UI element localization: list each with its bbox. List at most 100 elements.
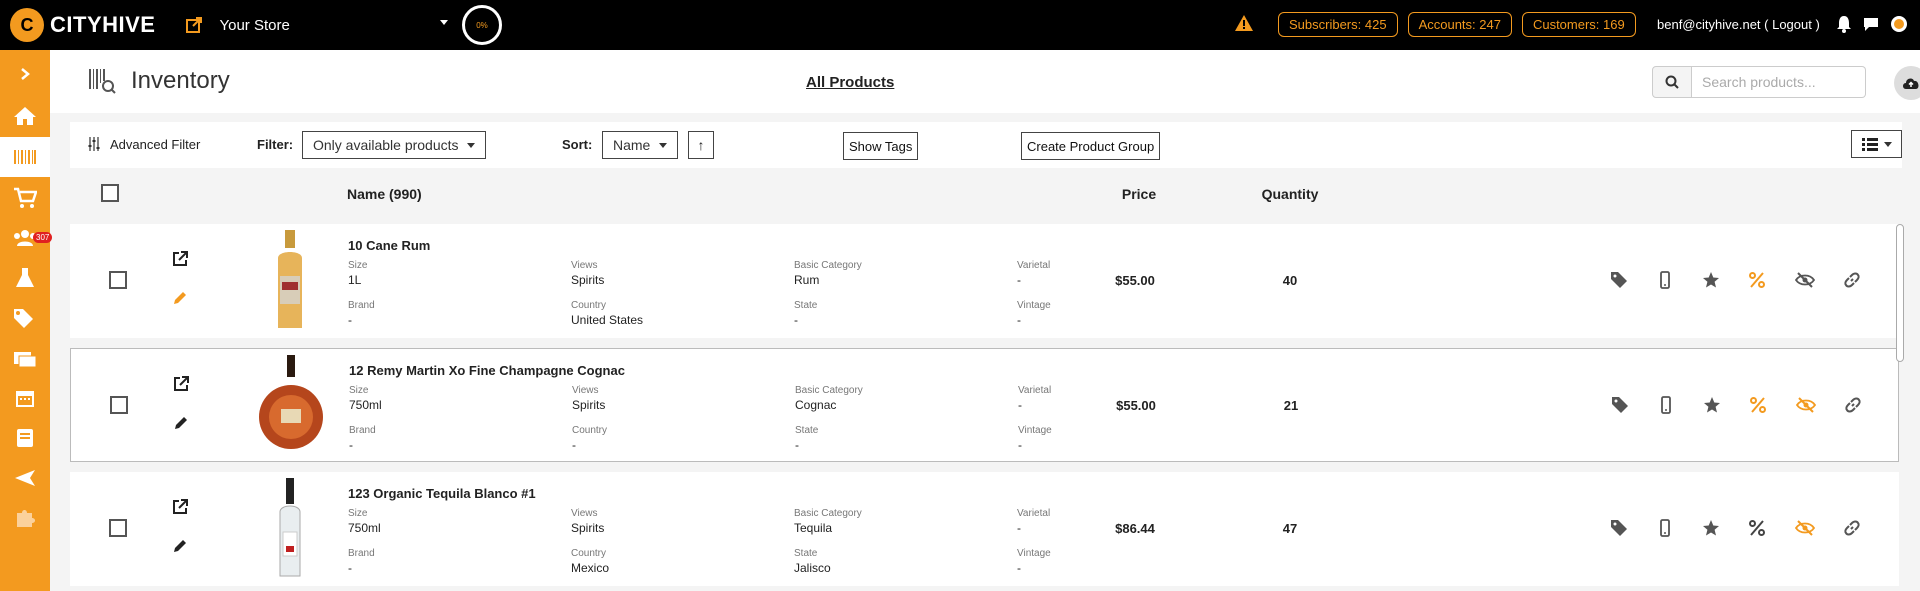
field-value-basic-category: Rum [794,273,820,287]
show-tags-button[interactable]: Show Tags [843,132,919,160]
field-value-brand: - [348,561,352,575]
product-name[interactable]: 10 Cane Rum [348,238,430,253]
percent-discount-icon[interactable] [1748,271,1766,289]
scrollbar-thumb[interactable] [1896,224,1904,362]
create-product-group-button[interactable]: Create Product Group [1021,132,1161,160]
product-quantity[interactable]: 40 [1260,273,1320,288]
product-price[interactable]: $55.00 [1091,398,1181,413]
sidebar-item-orders[interactable] [0,178,50,218]
row-checkbox[interactable] [110,396,128,414]
pencil-edit-icon[interactable] [173,415,189,431]
star-icon[interactable] [1703,396,1721,414]
sort-select[interactable]: Name [602,131,678,159]
field-value-vintage: - [1018,438,1022,452]
sidebar-item-lab[interactable] [0,258,50,298]
mobile-icon[interactable] [1656,519,1674,537]
field-label: State [794,548,818,559]
sidebar-item-integrations[interactable] [0,498,50,538]
store-selector[interactable]: Your Store [219,17,289,34]
tag-icon[interactable] [1610,271,1628,289]
select-all-checkbox[interactable] [101,184,119,202]
product-name[interactable]: 123 Organic Tequila Blanco #1 [348,486,536,501]
eye-slash-icon[interactable] [1796,396,1816,414]
top-bar: C CITYHIVE Your Store 0% Subscribers: 42… [0,0,1920,50]
product-price[interactable]: $55.00 [1090,273,1180,288]
product-quantity[interactable]: 47 [1260,521,1320,536]
column-quantity[interactable]: Quantity [1250,186,1330,202]
product-image[interactable] [250,228,330,332]
field-label: Views [571,508,598,519]
sidebar-item-calendar[interactable] [0,378,50,418]
chat-icon[interactable] [1862,15,1880,33]
link-icon[interactable] [1843,519,1861,537]
table-row[interactable]: 12 Remy Martin Xo Fine Champagne Cognac S… [70,348,1899,462]
external-link-icon[interactable] [172,251,188,267]
field-value-vintage: - [1017,313,1021,327]
customers-pill[interactable]: Customers: 169 [1521,12,1636,37]
sidebar-expand[interactable] [0,54,50,94]
view-mode-button[interactable] [1851,130,1902,158]
tag-icon[interactable] [1611,396,1629,414]
field-label: State [795,425,819,436]
percent-discount-icon[interactable] [1748,519,1766,537]
accounts-pill[interactable]: Accounts: 247 [1407,12,1512,37]
field-label: Country [571,300,607,311]
sidebar-item-docs[interactable] [0,418,50,458]
cityhive-status-icon[interactable] [1890,15,1908,33]
field-value-state: - [794,313,798,327]
sidebar-item-inventory[interactable] [0,137,50,177]
tag-icon[interactable] [1610,519,1628,537]
flask-icon [16,268,34,287]
row-checkbox[interactable] [109,271,127,289]
field-label: Views [572,385,599,396]
filter-select[interactable]: Only available products [302,131,486,159]
puzzle-icon [17,510,35,527]
warning-icon[interactable] [1234,14,1254,32]
search-button[interactable] [1652,66,1692,98]
external-link-icon[interactable] [173,376,189,392]
all-products-link[interactable]: All Products [806,74,894,91]
sidebar-item-delivery[interactable] [0,458,50,498]
eye-slash-icon[interactable] [1795,271,1815,289]
eye-slash-icon[interactable] [1795,519,1815,537]
field-value-views: Spirits [571,521,605,535]
row-checkbox[interactable] [109,519,127,537]
subscribers-pill[interactable]: Subscribers: 425 [1278,12,1398,37]
cloud-upload-button[interactable] [1894,66,1920,100]
mobile-icon[interactable] [1656,271,1674,289]
pencil-edit-icon[interactable] [172,290,188,306]
pencil-edit-icon[interactable] [172,538,188,554]
cityhive-logo-icon: C [10,8,44,42]
sort-direction-button[interactable]: ↑ [688,131,714,159]
table-row[interactable]: 10 Cane Rum Size 1L Brand - Views Spirits … [70,224,1899,338]
link-icon[interactable] [1844,396,1862,414]
column-price[interactable]: Price [1097,186,1181,202]
product-image[interactable] [250,476,330,580]
search-input[interactable] [1692,66,1866,98]
field-label: Brand [348,548,375,559]
sidebar-item-tags[interactable] [0,298,50,338]
advanced-filter-button[interactable]: Advanced Filter [88,136,200,152]
star-icon[interactable] [1702,271,1720,289]
sidebar-item-home[interactable] [0,96,50,136]
table-row[interactable]: 123 Organic Tequila Blanco #1 Size 750ml … [70,472,1899,586]
product-image[interactable] [251,353,331,457]
sidebar-item-mail[interactable] [0,338,50,378]
product-price[interactable]: $86.44 [1090,521,1180,536]
product-quantity[interactable]: 21 [1261,398,1321,413]
mobile-icon[interactable] [1657,396,1675,414]
link-icon[interactable] [1843,271,1861,289]
field-value-state: - [795,438,799,452]
switch-store-icon[interactable] [185,15,205,35]
star-icon[interactable] [1702,519,1720,537]
product-name[interactable]: 12 Remy Martin Xo Fine Champagne Cognac [349,363,625,378]
plane-icon [15,470,35,486]
home-icon [14,107,36,125]
column-name[interactable]: Name (990) [347,186,422,202]
percent-discount-icon[interactable] [1749,396,1767,414]
user-logout-link[interactable]: benf@cityhive.net ( Logout ) [1657,17,1820,32]
bell-icon[interactable] [1836,15,1852,33]
external-link-icon[interactable] [172,499,188,515]
brand-logo[interactable]: C CITYHIVE [10,8,155,42]
store-dropdown-caret-icon[interactable] [440,20,448,25]
